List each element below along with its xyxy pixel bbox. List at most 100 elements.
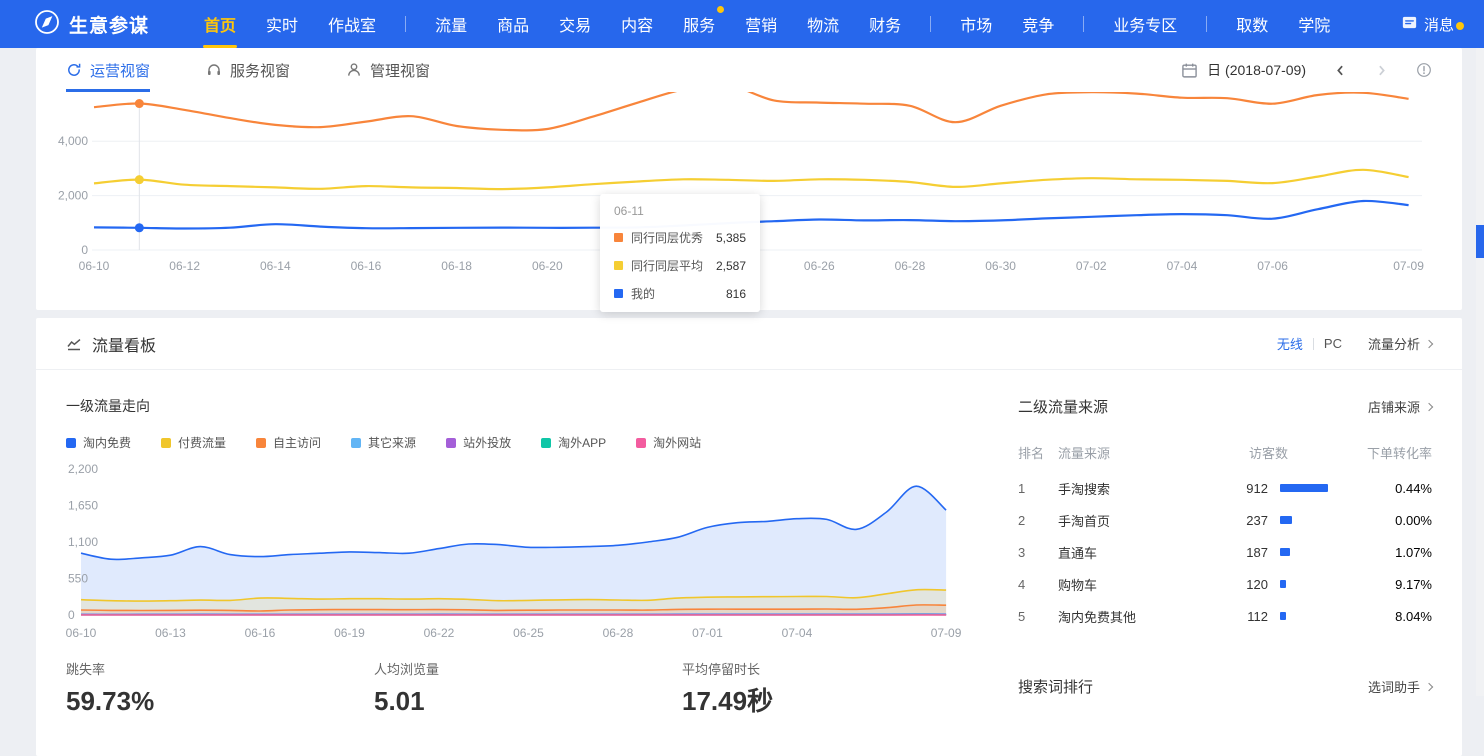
nav-item[interactable]: 市场 xyxy=(945,0,1007,48)
nav-item-label: 商品 xyxy=(497,12,529,36)
traffic-analysis-link[interactable]: 流量分析 xyxy=(1368,334,1432,353)
col-visitors: 访客数 xyxy=(1208,443,1340,462)
legend-item[interactable]: 淘外APP xyxy=(541,434,606,451)
legend-item[interactable]: 自主访问 xyxy=(256,434,321,451)
next-date-button[interactable] xyxy=(1375,64,1388,77)
toggle-wireless[interactable]: 无线 xyxy=(1267,334,1313,353)
legend-item[interactable]: 站外投放 xyxy=(446,434,511,451)
toggle-pc[interactable]: PC xyxy=(1314,336,1352,351)
legend-item[interactable]: 淘内免费 xyxy=(66,434,131,451)
x-axis-label: 06-14 xyxy=(260,259,291,273)
nav-item-label: 作战室 xyxy=(328,12,376,36)
x-axis-label: 06-16 xyxy=(245,626,276,640)
sources-header: 二级流量来源 店铺来源 xyxy=(1018,396,1432,417)
legend-item[interactable]: 其它来源 xyxy=(351,434,416,451)
chevron-right-icon xyxy=(1425,683,1433,691)
message-icon xyxy=(1402,16,1417,33)
nav-item[interactable]: 实时 xyxy=(251,0,313,48)
nav-item[interactable]: 取数 xyxy=(1221,0,1283,48)
y-axis-label: 2,000 xyxy=(58,189,88,203)
nav-item-label: 学院 xyxy=(1298,12,1330,36)
traffic-board-title: 流量看板 xyxy=(66,332,156,356)
traffic-trend-chart[interactable]: 05501,1001,6502,20006-1006-1306-1606-190… xyxy=(66,461,1010,643)
nav-item-label: 取数 xyxy=(1236,12,1268,36)
traffic-source-row[interactable]: 1 手淘搜索 912 0.44% xyxy=(1018,472,1432,504)
visitors-bar xyxy=(1280,612,1286,620)
nav-item-label: 物流 xyxy=(807,12,839,36)
info-icon[interactable] xyxy=(1416,62,1432,78)
nav-item[interactable]: 财务 xyxy=(854,0,916,48)
nav-item[interactable]: 竞争 xyxy=(1007,0,1069,48)
traffic-board-controls: 无线 PC 流量分析 xyxy=(1267,334,1432,353)
legend-item[interactable]: 付费流量 xyxy=(161,434,226,451)
nav-group-zone: 业务专区 xyxy=(1069,0,1192,48)
nav-item[interactable]: 交易 xyxy=(544,0,606,48)
traffic-board-title-text: 流量看板 xyxy=(92,332,156,356)
y-axis-label: 0 xyxy=(81,243,88,257)
x-axis-label: 06-13 xyxy=(155,626,186,640)
benchmark-line-chart[interactable]: 02,0004,00006-1006-1206-1406-1606-1806-2… xyxy=(36,92,1462,288)
nav-item[interactable]: 学院 xyxy=(1283,0,1345,48)
nav-item[interactable]: 商品 xyxy=(482,0,544,48)
scrollbar-track[interactable] xyxy=(1476,48,1484,696)
compass-logo-icon xyxy=(34,9,60,40)
messages-button[interactable]: 消息 xyxy=(1402,14,1464,35)
nav-item[interactable]: 业务专区 xyxy=(1098,0,1192,48)
source-visitors-cell: 120 xyxy=(1208,577,1340,592)
source-name: 购物车 xyxy=(1058,575,1208,594)
tab-label: 管理视窗 xyxy=(370,60,430,81)
x-axis-label: 06-26 xyxy=(804,259,835,273)
nav-item-label: 营销 xyxy=(745,12,777,36)
shop-sources-link[interactable]: 店铺来源 xyxy=(1368,397,1432,416)
nav-item-label: 竞争 xyxy=(1022,12,1054,36)
col-rank: 排名 xyxy=(1018,443,1058,462)
chevron-right-icon xyxy=(1425,340,1433,348)
view-tabs-row: 运营视窗 服务视窗 管理视窗 日 (2018-07-09) xyxy=(36,48,1462,92)
search-rank-header: 搜索词排行 选词助手 xyxy=(1018,676,1432,697)
trend-title: 一级流量走向 xyxy=(66,396,1010,416)
tooltip-series-name: 同行同层平均 xyxy=(631,257,706,274)
traffic-source-row[interactable]: 4 购物车 120 9.17% xyxy=(1018,568,1432,600)
date-picker[interactable]: 日 (2018-07-09) xyxy=(1181,60,1306,80)
tooltip-row: 同行同层优秀 5,385 xyxy=(614,229,746,246)
tab-operations-view[interactable]: 运营视窗 xyxy=(66,48,150,92)
nav-item[interactable]: 内容 xyxy=(606,0,668,48)
tab-service-view[interactable]: 服务视窗 xyxy=(206,48,290,92)
metric: 跳失率 59.73% xyxy=(66,659,374,716)
nav-item-label: 市场 xyxy=(960,12,992,36)
nav-item[interactable]: 作战室 xyxy=(313,0,391,48)
date-controls: 日 (2018-07-09) xyxy=(1181,60,1432,80)
traffic-source-row[interactable]: 5 淘内免费其他 112 8.04% xyxy=(1018,600,1432,632)
nav-item[interactable]: 物流 xyxy=(792,0,854,48)
scrollbar-thumb[interactable] xyxy=(1476,225,1484,258)
x-axis-label: 06-19 xyxy=(334,626,365,640)
traffic-source-row[interactable]: 3 直通车 187 1.07% xyxy=(1018,536,1432,568)
traffic-source-row[interactable]: 2 手淘首页 237 0.00% xyxy=(1018,504,1432,536)
nav-item-label: 财务 xyxy=(869,12,901,36)
tab-management-view[interactable]: 管理视窗 xyxy=(346,48,430,92)
prev-date-button[interactable] xyxy=(1334,64,1347,77)
nav-item[interactable]: 服务 xyxy=(668,0,730,48)
nav-group-tools: 取数 学院 xyxy=(1192,0,1345,48)
legend-item[interactable]: 淘外网站 xyxy=(636,434,701,451)
line-chart-icon xyxy=(66,336,82,352)
x-axis-label: 06-30 xyxy=(985,259,1016,273)
source-conversion-rate: 8.04% xyxy=(1340,609,1432,624)
app-title: 生意参谋 xyxy=(69,11,149,38)
word-assistant-link[interactable]: 选词助手 xyxy=(1368,677,1432,696)
y-axis-label: 1,100 xyxy=(68,535,98,549)
traffic-board-header: 流量看板 无线 PC 流量分析 xyxy=(36,318,1462,370)
x-axis-label: 07-09 xyxy=(1393,259,1424,273)
nav-item[interactable]: 首页 xyxy=(189,0,251,48)
traffic-board-body: 一级流量走向 淘内免费 付费流量 自主访问 其它来源 站外投放 淘外APP xyxy=(36,370,1462,716)
tooltip-row: 我的 816 xyxy=(614,285,746,302)
nav-item[interactable]: 流量 xyxy=(420,0,482,48)
nav-item[interactable]: 营销 xyxy=(730,0,792,48)
source-rank: 5 xyxy=(1018,609,1058,624)
app-logo[interactable]: 生意参谋 xyxy=(34,9,149,40)
nav-item-label: 交易 xyxy=(559,12,591,36)
metric: 平均停留时长 17.49秒 xyxy=(682,659,990,716)
x-axis-label: 07-06 xyxy=(1257,259,1288,273)
y-axis-label: 1,650 xyxy=(68,498,98,512)
x-axis-label: 07-09 xyxy=(931,626,962,640)
